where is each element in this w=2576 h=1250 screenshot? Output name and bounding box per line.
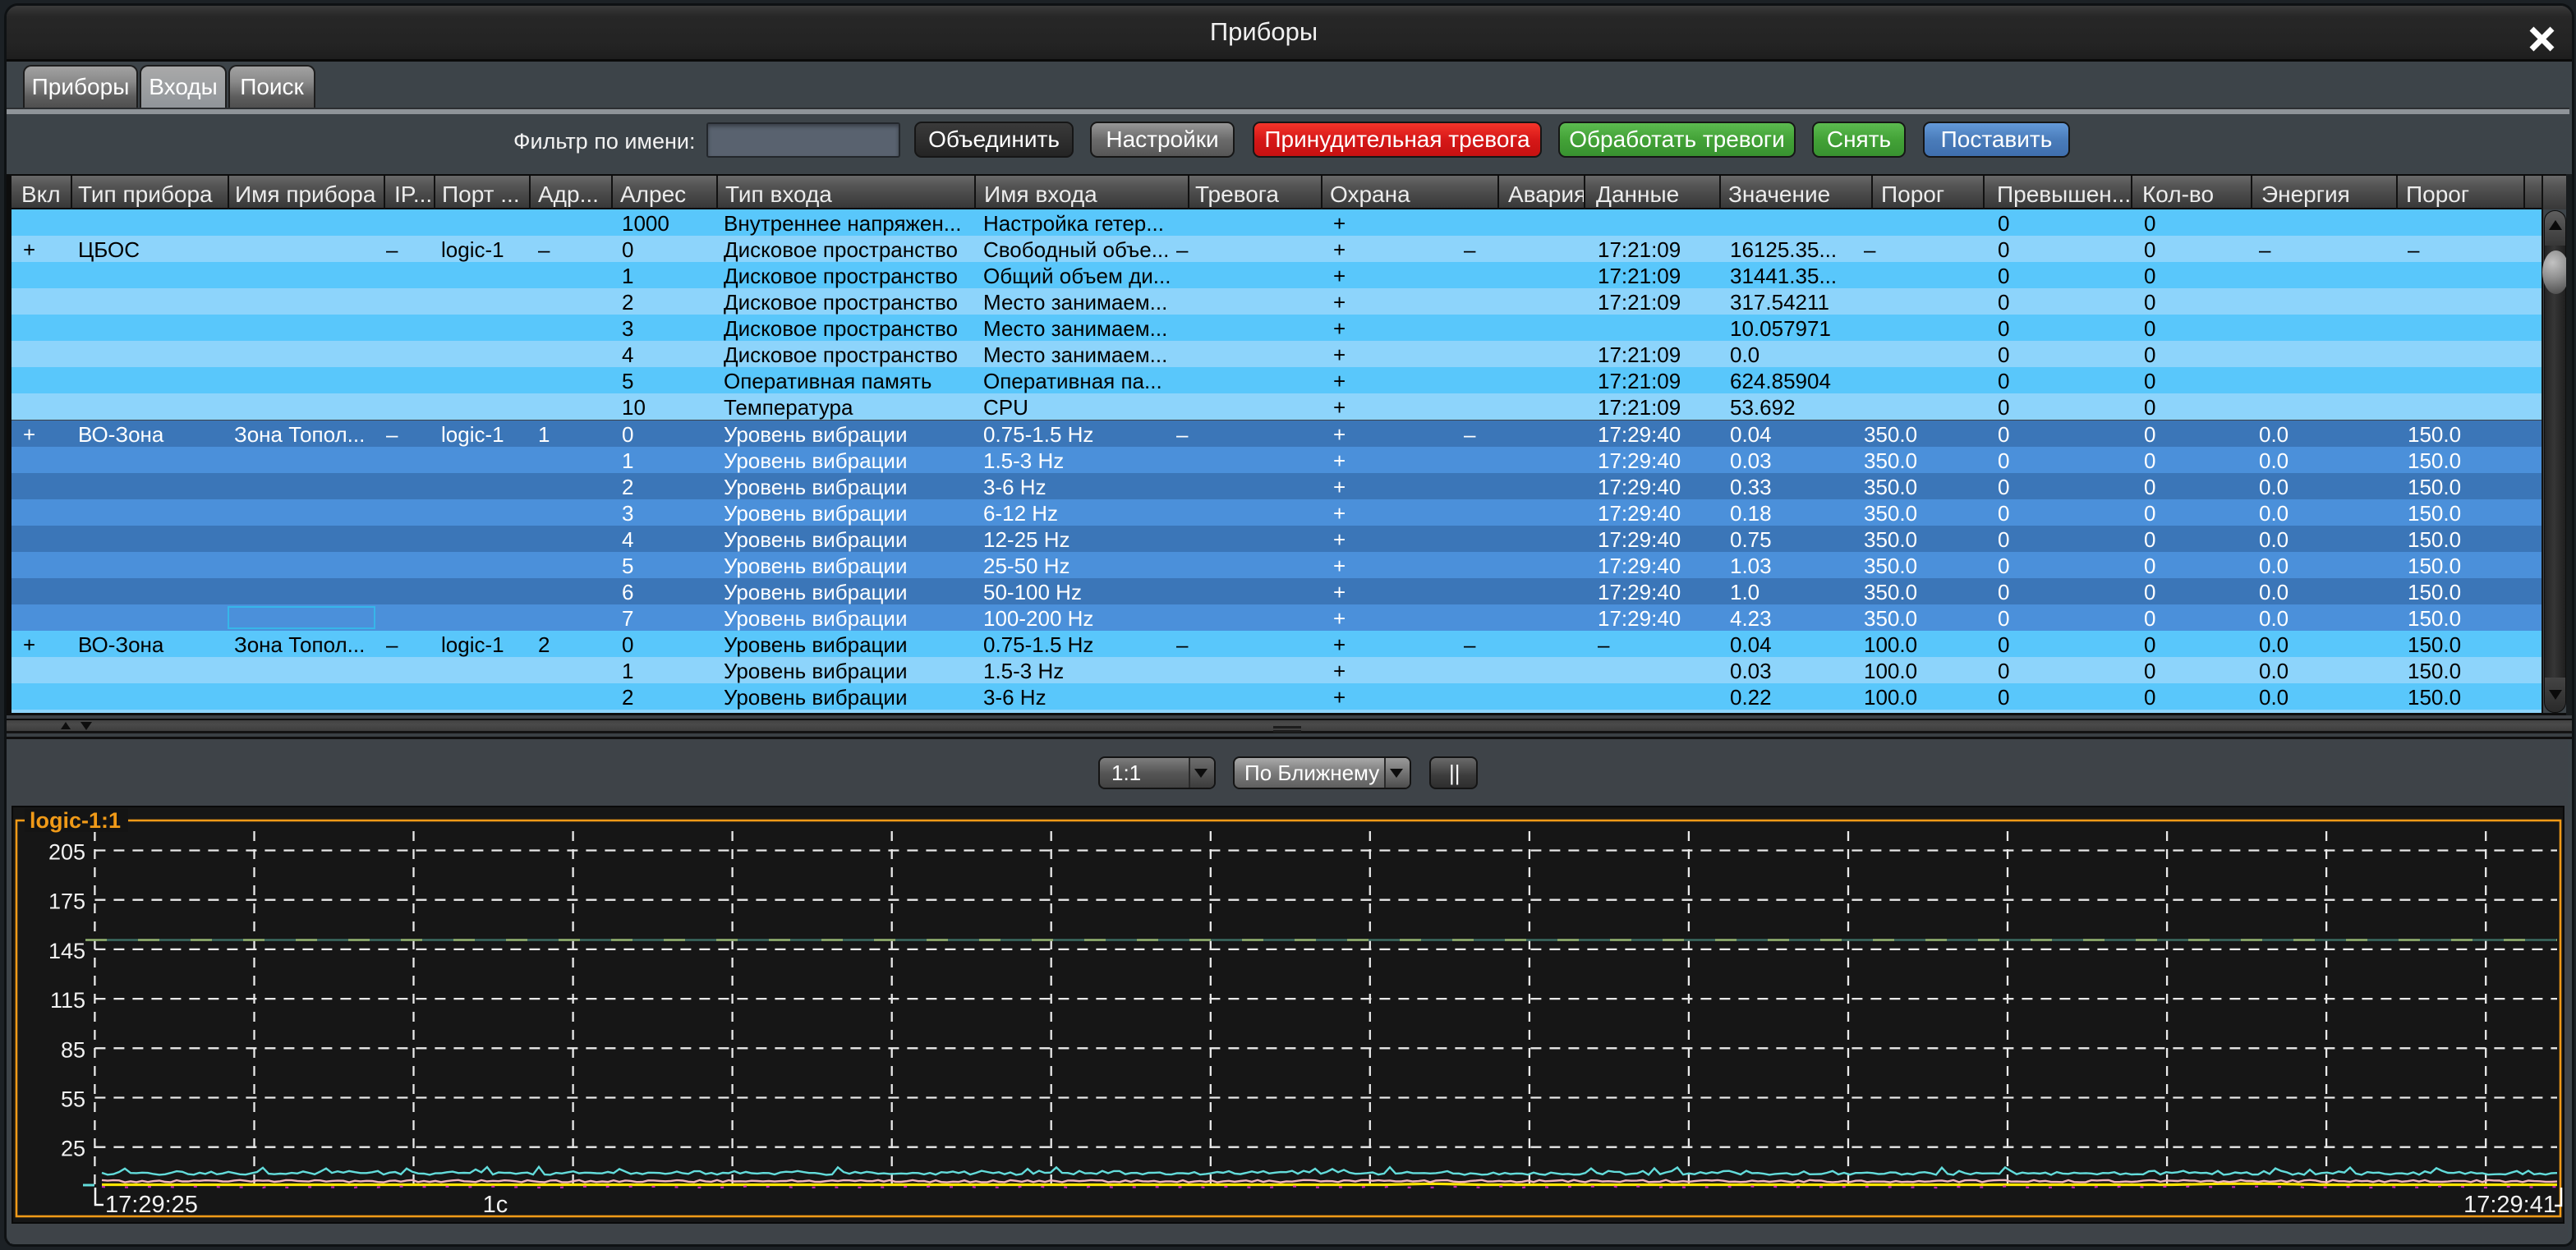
svg-text:85: 85 <box>61 1037 85 1062</box>
svg-text:17:29:25: 17:29:25 <box>105 1192 198 1218</box>
svg-text:205: 205 <box>48 840 85 865</box>
svg-text:175: 175 <box>48 889 85 914</box>
svg-text:55: 55 <box>61 1087 85 1112</box>
svg-text:115: 115 <box>50 988 85 1013</box>
svg-text:25: 25 <box>61 1137 85 1161</box>
svg-text:17:29:41: 17:29:41 <box>2463 1192 2556 1218</box>
svg-text:145: 145 <box>48 939 85 963</box>
svg-text:logic-1:1: logic-1:1 <box>30 808 121 833</box>
svg-text:1c: 1c <box>483 1192 508 1218</box>
